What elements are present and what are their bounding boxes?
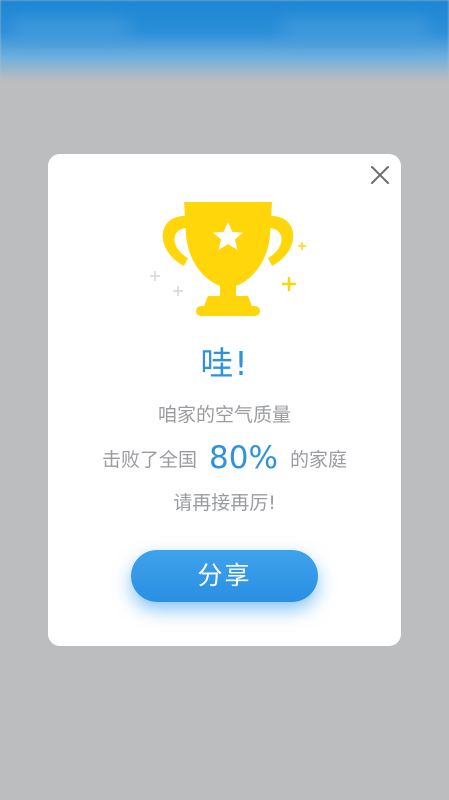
result-text-prefix: 击败了全国 <box>102 449 198 471</box>
blurred-header-shape <box>280 18 430 42</box>
result-text-line1: 咱家的空气质量 <box>157 404 291 426</box>
result-text-line3: 请再接再厉! <box>173 492 276 514</box>
dialog-title: 哇! <box>200 344 249 383</box>
trophy-icon <box>150 202 306 316</box>
result-text-suffix: 的家庭 <box>289 449 347 471</box>
blurred-header-shape <box>10 18 130 42</box>
result-dialog: 哇! 咱家的空气质量 击败了全国 80% 的家庭 请再接再厉! 分享 <box>48 154 401 646</box>
result-text-line2: 击败了全国 80% 的家庭 <box>48 440 401 476</box>
percent-value: 80% <box>209 440 278 476</box>
blurred-header <box>0 0 449 80</box>
share-button[interactable]: 分享 <box>131 550 318 602</box>
close-icon[interactable] <box>369 164 391 186</box>
